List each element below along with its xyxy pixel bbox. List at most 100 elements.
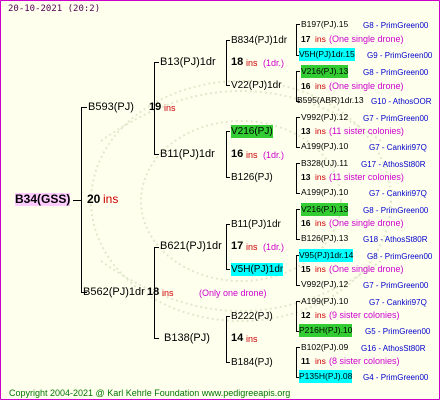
gen2-value: 18 [231, 56, 244, 68]
gen4-mid-value: 11 [301, 356, 310, 366]
gen4-top-node[interactable]: B328(UJ).11 [301, 157, 348, 170]
gen2-node[interactable]: B11(PJ)1dr [160, 148, 215, 161]
connector-horizontal [226, 316, 230, 317]
connector-horizontal [154, 62, 159, 63]
gen4-mid-note: (8 sister colonies) [329, 356, 400, 366]
gen4-top-node[interactable]: V216(PJ).13 [301, 203, 349, 216]
gen4-mid-unit: ins [315, 264, 326, 274]
connector-horizontal [296, 347, 300, 348]
connector-horizontal [296, 209, 300, 210]
connector-vertical [81, 107, 82, 293]
gen3-node[interactable]: B222(PJ) [231, 310, 273, 323]
gen4-bot-node[interactable]: B595(ABR)1dr.13 [297, 94, 364, 107]
connector-horizontal [226, 85, 230, 86]
gen1-value: 19 [149, 101, 162, 113]
gen4-mid-note: (One single drone) [329, 34, 404, 44]
gen4-top-source: G8 - PrimGreen00 [363, 206, 429, 215]
connector-horizontal [226, 40, 230, 41]
gen4-bot-node[interactable]: P216H(PJ).10 [299, 324, 353, 337]
gen4-bot-source: G7 - Cankiri97Q [369, 189, 427, 198]
gen4-bot-source: G7 - PrimGreen00 [363, 281, 429, 290]
gen4-top-node[interactable]: V95(PJ)1dr.14 [299, 249, 354, 262]
gen2-note: (1dr.) [263, 150, 285, 160]
gen2-unit: ins [246, 334, 258, 344]
gen4-bot-source: G7 - Cankiri97Q [369, 143, 427, 152]
connector-horizontal [296, 239, 300, 240]
gen4-top-source: G16 - AthosSt80R [361, 344, 426, 353]
gen4-mid-value: 13 [301, 126, 311, 136]
gen4-bot-source: G4 - PrimGreen00 [363, 373, 429, 382]
connector-horizontal [296, 193, 300, 194]
gen4-mid-note: (One single drone) [329, 81, 404, 91]
gen4-top-node[interactable]: V216(PJ).13 [301, 65, 349, 78]
gen2-node[interactable]: B621(PJ)1dr [160, 240, 222, 253]
gen4-bot-node[interactable]: P135H(PJ).08 [299, 370, 353, 383]
gen2-value: 17 [231, 240, 244, 252]
gen3-node[interactable]: V22(PJ)1dr [231, 79, 282, 92]
root-name[interactable]: B34(GSS) [15, 193, 71, 206]
root-unit: ins [103, 192, 119, 206]
connector-vertical [226, 316, 227, 363]
gen3-node[interactable]: B184(PJ) [231, 356, 273, 369]
gen4-mid-value: 16 [301, 218, 311, 228]
connector-horizontal [296, 71, 300, 72]
connector-horizontal [226, 131, 230, 132]
gen2-note: (1dr.) [263, 242, 285, 252]
gen2-node[interactable]: B138(PJ) [164, 332, 210, 345]
gen4-top-source: G7 - PrimGreen00 [363, 114, 429, 123]
connector-vertical [226, 40, 227, 86]
gen4-bot-node[interactable]: A199(PJ).10 [301, 140, 348, 153]
copyright-footer: Copyright 2004-2021 @ Karl Kehrle Founda… [9, 388, 291, 398]
gen4-mid-note: (One single drone) [329, 264, 404, 274]
gen4-top-source: G8 - PrimGreen00 [367, 252, 433, 261]
gen2-unit: ins [246, 242, 258, 252]
connector-horizontal [154, 154, 159, 155]
gen4-mid-unit: ins [315, 34, 326, 44]
connector-vertical [154, 62, 155, 155]
gen4-top-source: G8 - PrimGreen00 [363, 21, 429, 30]
gen2-unit: ins [246, 150, 258, 160]
gen3-node[interactable]: B834(PJ)1dr [231, 34, 287, 47]
gen4-top-node[interactable]: B197(PJ).15 [301, 18, 348, 31]
connector-horizontal [296, 163, 300, 164]
connector-horizontal [296, 24, 300, 25]
gen4-mid-value: 17 [301, 34, 311, 44]
gen4-mid-unit: ins [315, 172, 326, 182]
gen4-bot-node[interactable]: V5H(PJ)1dr.15 [299, 48, 355, 61]
connector-vertical [296, 117, 297, 148]
connector-vertical [296, 347, 297, 378]
gen4-mid-unit: ins [315, 81, 326, 91]
gen2-node[interactable]: B13(PJ)1dr [160, 56, 216, 69]
gen3-node[interactable]: B126(PJ) [231, 171, 273, 184]
gen4-mid-note: (11 sister colonies) [329, 172, 404, 182]
gen4-bot-node[interactable]: V992(PJ).12 [301, 278, 348, 291]
date-stamp: 20-10-2021 (20:2) [8, 4, 101, 14]
gen4-bot-source: G10 - AthosOOR [371, 97, 432, 106]
gen1-unit: ins [162, 288, 174, 298]
gen4-top-node[interactable]: A199(PJ).10 [301, 295, 348, 308]
connector-vertical [296, 301, 297, 332]
gen1-node[interactable]: B593(PJ) [88, 101, 134, 114]
gen3-node[interactable]: V216(PJ) [231, 125, 273, 138]
gen4-top-node[interactable]: V992(PJ).12 [301, 111, 348, 124]
connector-vertical [226, 131, 227, 178]
gen4-top-node[interactable]: B102(PJ).09 [301, 341, 348, 354]
gen4-mid-value: 15 [301, 264, 311, 274]
connector-horizontal [154, 247, 159, 248]
connector-horizontal [296, 117, 300, 118]
connector-horizontal [296, 285, 300, 286]
gen4-bot-node[interactable]: A199(PJ).10 [301, 186, 348, 199]
gen4-mid-note: (One single drone) [329, 218, 404, 228]
gen4-bot-source: G9 - PrimGreen00 [367, 51, 433, 60]
connector-horizontal [226, 224, 230, 225]
connector-horizontal [81, 107, 87, 108]
gen3-node[interactable]: B11(PJ)1dr [231, 218, 281, 231]
gen3-node[interactable]: V5H(PJ)1dr [231, 263, 284, 276]
connector-vertical [296, 163, 297, 194]
gen4-bot-source: G18 - AthosSt80R [363, 235, 428, 244]
gen4-bot-node[interactable]: B126(PJ).13 [301, 232, 348, 245]
connector-horizontal [226, 362, 230, 363]
gen1-node[interactable]: B562(PJ)1dr [83, 286, 145, 299]
pedigree-chart: 20-10-2021 (20:2) B34(GSS) 20 ins B593(P… [0, 0, 440, 400]
gen2-unit: ins [246, 58, 258, 68]
